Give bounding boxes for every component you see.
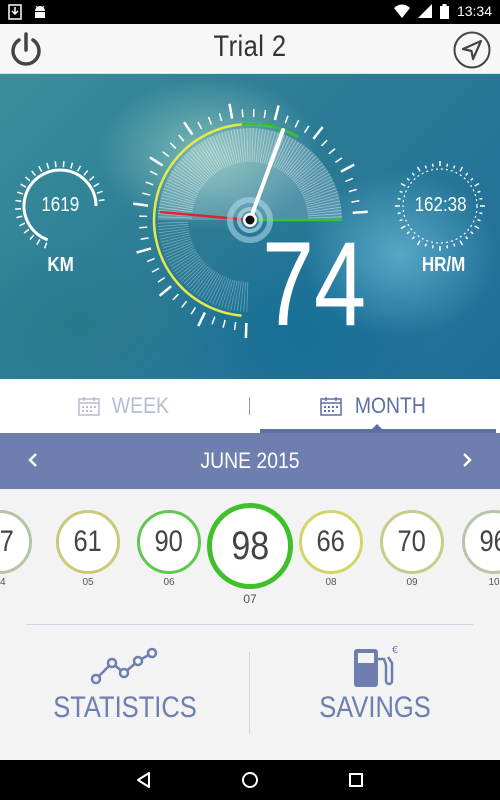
battery-icon xyxy=(439,3,449,19)
statistics-label: STATISTICS xyxy=(53,691,197,724)
day-score-circle: 77 xyxy=(0,510,32,574)
speed-value: 74 xyxy=(262,217,367,351)
wifi-icon xyxy=(393,4,410,18)
tab-week-label: WEEK xyxy=(111,393,169,418)
period-tabs: WEEK MONTH xyxy=(0,379,500,433)
status-bar: 13:34 xyxy=(0,0,500,24)
day-score-circle: 90 xyxy=(137,510,201,574)
month-label: JUNE 2015 xyxy=(200,448,300,473)
day-score-circle: 70 xyxy=(380,510,444,574)
day-number: 04 xyxy=(0,577,6,588)
day-score-item[interactable]: 90 06 xyxy=(137,510,201,588)
day-score-item[interactable]: 98 07 xyxy=(207,503,293,606)
day-score-value: 96 xyxy=(479,525,500,558)
day-score-item[interactable]: 66 08 xyxy=(299,510,363,588)
day-score-item[interactable]: 96 10 xyxy=(462,510,500,588)
day-score-value: 70 xyxy=(397,525,427,558)
day-number: 07 xyxy=(243,592,257,606)
day-score-item[interactable]: 77 04 xyxy=(0,510,32,588)
download-icon xyxy=(8,4,22,20)
day-number: 09 xyxy=(406,577,418,588)
home-button[interactable] xyxy=(238,768,262,792)
savings-button[interactable]: € SAVINGS xyxy=(250,625,500,760)
dashboard-hero: 1619 KM 162:38 HR/M 74 xyxy=(0,74,500,379)
month-navigator: JUNE 2015 xyxy=(0,433,500,489)
day-score-circle: 98 xyxy=(207,503,293,589)
day-score-circle: 96 xyxy=(462,510,500,574)
tab-month-label: MONTH xyxy=(354,393,426,418)
distance-unit: KM xyxy=(47,254,74,276)
day-score-item[interactable]: 61 05 xyxy=(56,510,120,588)
back-button[interactable] xyxy=(132,768,156,792)
tab-week[interactable]: WEEK xyxy=(0,379,250,433)
recents-icon xyxy=(349,773,363,787)
actions-divider xyxy=(249,652,250,734)
day-score-value: 77 xyxy=(0,525,15,558)
day-score-value: 61 xyxy=(73,525,103,558)
calendar-icon xyxy=(77,397,100,416)
next-month-button[interactable] xyxy=(452,445,482,475)
day-score-value: 90 xyxy=(154,525,184,558)
day-score-item[interactable]: 70 09 xyxy=(380,510,444,588)
day-score-circle: 61 xyxy=(56,510,120,574)
signal-icon xyxy=(417,4,432,18)
home-icon xyxy=(242,772,258,788)
day-score-circle: 66 xyxy=(299,510,363,574)
back-icon xyxy=(137,772,150,788)
line-chart-icon xyxy=(90,647,158,685)
day-number: 06 xyxy=(163,577,175,588)
recents-button[interactable] xyxy=(344,768,368,792)
calendar-icon xyxy=(319,397,342,416)
system-nav-bar xyxy=(0,760,500,800)
time-unit: HR/M xyxy=(421,254,466,276)
day-number: 08 xyxy=(325,577,337,588)
status-time: 13:34 xyxy=(456,3,492,19)
tab-pointer xyxy=(371,424,383,430)
statistics-button[interactable]: STATISTICS xyxy=(0,625,250,760)
navigation-button[interactable] xyxy=(452,30,492,70)
savings-label: SAVINGS xyxy=(319,691,431,724)
day-score-value: 98 xyxy=(231,523,269,568)
svg-text:€: € xyxy=(392,645,398,656)
navigation-arrow-icon xyxy=(453,31,491,69)
page-title: Trial 2 xyxy=(213,30,287,63)
day-score-value: 66 xyxy=(316,525,346,558)
day-number: 05 xyxy=(82,577,94,588)
fuel-pump-euro-icon: € xyxy=(354,645,398,687)
actions-panel: STATISTICS € SAVINGS xyxy=(0,625,500,760)
android-icon xyxy=(35,5,45,18)
distance-value: 1619 xyxy=(41,194,80,216)
chevron-right-icon xyxy=(463,453,472,467)
day-score-strip: 77 04 61 05 90 06 98 07 66 08 70 09 96 10 xyxy=(0,489,500,619)
dashboard-gauges xyxy=(15,103,485,338)
time-value: 162:38 xyxy=(414,194,467,216)
app-bar: Trial 2 xyxy=(0,24,500,74)
day-number: 10 xyxy=(488,577,500,588)
